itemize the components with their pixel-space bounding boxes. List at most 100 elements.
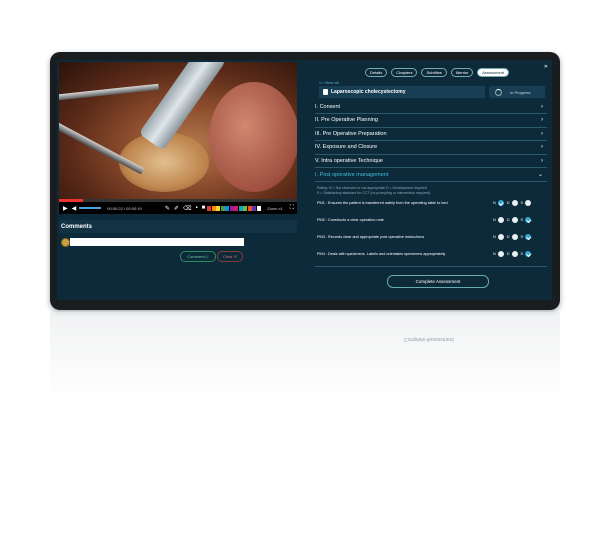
section-item[interactable]: II. Pre Operative Planning ›	[315, 114, 547, 128]
tab-mentor[interactable]: Mentor	[450, 68, 474, 77]
rating-option-s[interactable]: S	[521, 200, 532, 206]
pm-row: PM2 : Constructs a clear operation note N…	[317, 215, 549, 225]
radio-button[interactable]	[497, 251, 504, 257]
color-swatch[interactable]	[238, 205, 243, 211]
status-text: In Progress	[510, 89, 531, 95]
procedure-title: Laparoscopic cholecystectomy	[331, 89, 406, 95]
status-badge: In Progress	[489, 86, 545, 98]
fill-icon[interactable]: ■	[202, 205, 206, 211]
rating-option-label: D	[506, 252, 510, 256]
color-swatch[interactable]	[234, 205, 239, 211]
color-swatch[interactable]	[256, 205, 261, 211]
radio-button[interactable]	[497, 217, 504, 223]
play-icon[interactable]: ▶	[63, 205, 68, 212]
spinner-icon	[495, 88, 502, 96]
pm-label: PM3 : Records clear and appropriate post…	[317, 235, 425, 239]
section-item[interactable]: V. Intra operative Technique ›	[315, 154, 547, 169]
rating-option-d[interactable]: D	[507, 251, 518, 257]
avatar	[61, 238, 70, 247]
section-post-operative[interactable]: I. Post operative management ⌄	[315, 168, 547, 182]
rating-option-label: S	[520, 201, 524, 205]
radio-button[interactable]	[511, 217, 518, 223]
rating-option-label: D	[506, 201, 510, 205]
rating-option-n[interactable]: N	[493, 200, 504, 206]
rating-option-n[interactable]: N	[493, 251, 504, 257]
section-item[interactable]: I. Consent ›	[315, 100, 547, 114]
color-swatch[interactable]	[225, 205, 230, 211]
rating-option-d[interactable]: D	[507, 200, 518, 206]
zoom-control: Zoom x1	[267, 206, 283, 211]
view-all-link[interactable]: << View all	[319, 80, 339, 85]
rating-option-label: N	[493, 235, 496, 239]
rating-option-label: S	[520, 252, 524, 256]
radio-button[interactable]	[511, 251, 518, 257]
highlighter-icon[interactable]: ✐	[174, 205, 179, 212]
rating-option-s[interactable]: S	[521, 234, 532, 240]
radio-button[interactable]	[525, 251, 532, 257]
chevron-right-icon: ›	[541, 157, 543, 164]
surgical-video[interactable]	[59, 62, 297, 202]
zoom-value[interactable]: x1	[279, 206, 283, 211]
trash-icon[interactable]: ▪	[195, 205, 197, 211]
color-swatch[interactable]	[247, 205, 252, 211]
video-panel: ▶ ◀ 00:00:22 / 00:00:19 ✎ ✐ ⌫ ▪ ■ Zoom x…	[57, 60, 299, 300]
rating-option-n[interactable]: N	[493, 234, 504, 240]
radio-button[interactable]	[525, 217, 532, 223]
radio-button[interactable]	[497, 200, 504, 206]
pm-label: PM2 : Constructs a clear operation note	[317, 218, 384, 222]
pen-icon[interactable]: ✎	[165, 205, 170, 212]
fullscreen-icon[interactable]: ⛶	[290, 205, 294, 212]
radio-button[interactable]	[511, 200, 518, 206]
rating-option-label: N	[493, 201, 496, 205]
section-item[interactable]: III. Pre Operative Preparation ›	[315, 127, 547, 142]
clear-button[interactable]: Clear ✕	[217, 251, 243, 262]
rating-option-s[interactable]: S	[521, 217, 532, 223]
radio-button[interactable]	[525, 234, 532, 240]
section-label: I. Post operative management	[315, 171, 389, 178]
video-controls: ▶ ◀ 00:00:22 / 00:00:19 ✎ ✐ ⌫ ▪ ■ Zoom x…	[59, 202, 297, 214]
chevron-right-icon: ›	[541, 144, 543, 151]
close-icon[interactable]: ✕	[544, 64, 548, 70]
comment-input[interactable]	[70, 238, 244, 246]
volume-icon[interactable]: ◀	[72, 205, 77, 212]
color-swatch[interactable]	[220, 205, 225, 211]
rating-option-label: N	[493, 218, 496, 222]
chevron-down-icon: ⌄	[537, 172, 543, 178]
color-swatch[interactable]	[211, 205, 216, 211]
device-reflection	[50, 312, 560, 402]
rating-option-d[interactable]: D	[507, 217, 518, 223]
volume-slider[interactable]	[79, 207, 102, 209]
complete-assessment-button[interactable]: Complete Assessment	[387, 275, 489, 288]
chevron-right-icon: ›	[541, 103, 543, 110]
section-label: III. Pre Operative Preparation	[315, 130, 387, 137]
zoom-label: Zoom	[267, 205, 278, 211]
annotation-tools: ✎ ✐ ⌫ ▪ ■ Zoom x1 ⛶	[161, 205, 297, 212]
color-swatch[interactable]	[243, 205, 248, 211]
tab-subtitles[interactable]: Subtitles	[421, 68, 447, 77]
app-screen: ▶ ◀ 00:00:22 / 00:00:19 ✎ ✐ ⌫ ▪ ■ Zoom x…	[57, 60, 552, 300]
comments-title: Comments	[61, 224, 93, 230]
rating-option-n[interactable]: N	[493, 217, 504, 223]
video-organ	[209, 82, 297, 192]
rating-option-d[interactable]: D	[507, 234, 518, 240]
pm-row: PM1 : Ensures the patient is transferred…	[317, 198, 549, 208]
color-swatch[interactable]	[252, 205, 257, 211]
rating-note: Rating: N = Not observed or not appropri…	[317, 186, 527, 195]
tab-assessment[interactable]: Assessment	[477, 68, 510, 77]
color-swatch[interactable]	[216, 205, 221, 211]
rating-note-line: S = Satisfactory standard for CCT (no pr…	[317, 190, 431, 195]
radio-button[interactable]	[525, 200, 532, 206]
color-swatch[interactable]	[207, 205, 212, 211]
section-item[interactable]: IV. Exposure and Closure ›	[315, 141, 547, 155]
comment-button[interactable]: Comment ▷	[180, 251, 216, 262]
color-swatch[interactable]	[229, 205, 234, 211]
radio-button[interactable]	[497, 234, 504, 240]
rating-option-label: D	[506, 218, 510, 222]
comments-header	[59, 220, 297, 233]
radio-button[interactable]	[511, 234, 518, 240]
eraser-icon[interactable]: ⌫	[183, 205, 191, 212]
section-label: IV. Exposure and Closure	[315, 144, 378, 151]
tab-details[interactable]: Details	[365, 68, 388, 77]
rating-option-s[interactable]: S	[521, 251, 532, 257]
tab-chapters[interactable]: Chapters	[391, 68, 418, 77]
